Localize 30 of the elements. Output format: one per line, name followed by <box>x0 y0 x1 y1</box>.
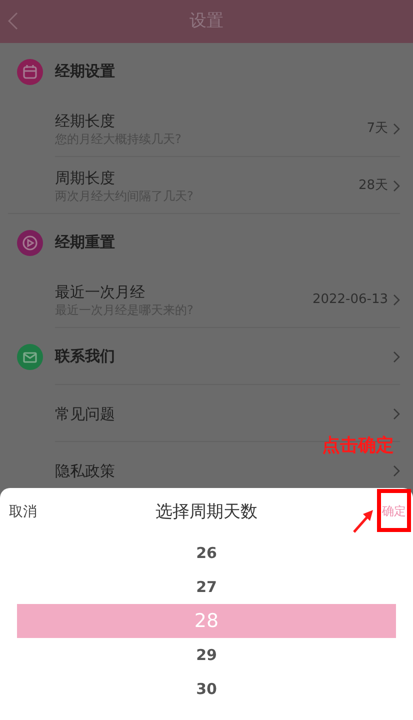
settings-row[interactable]: 联系我们 <box>0 328 413 385</box>
chevron-icon <box>393 408 400 420</box>
chevron-icon <box>393 180 400 192</box>
annotation-text: 点击确定 <box>322 434 394 458</box>
cancel-button[interactable]: 取消 <box>9 502 37 522</box>
highlight-frame <box>377 489 411 532</box>
back-icon[interactable] <box>8 12 18 30</box>
arrow-icon <box>352 508 374 534</box>
row-title: 常见问题 <box>55 404 116 424</box>
picker-option[interactable]: 28 <box>17 604 396 638</box>
picker-option[interactable]: 29 <box>17 638 396 672</box>
chevron-icon <box>393 350 400 362</box>
row-title: 联系我们 <box>55 346 116 368</box>
row-value: 28天 <box>358 176 388 195</box>
row-value: 7天 <box>366 120 388 138</box>
chevron-icon <box>393 122 400 134</box>
chevron-icon <box>393 464 400 476</box>
picker-option[interactable]: 27 <box>17 570 396 604</box>
row-title: 经期长度 <box>55 110 116 130</box>
section-title: 经期设置 <box>55 61 116 82</box>
chevron-icon <box>393 294 400 306</box>
row-value: 2022-06-13 <box>312 290 388 309</box>
row-title: 隐私政策 <box>55 460 116 480</box>
picker-option[interactable]: 30 <box>17 672 396 706</box>
row-title: 周期长度 <box>55 168 116 188</box>
picker-title: 选择周期天数 <box>156 501 258 524</box>
confirm-button[interactable]: 确定 <box>382 503 406 519</box>
section-title: 经期重置 <box>55 232 116 254</box>
row-title: 最近一次月经 <box>55 282 146 302</box>
picker-option[interactable]: 26 <box>17 536 396 570</box>
